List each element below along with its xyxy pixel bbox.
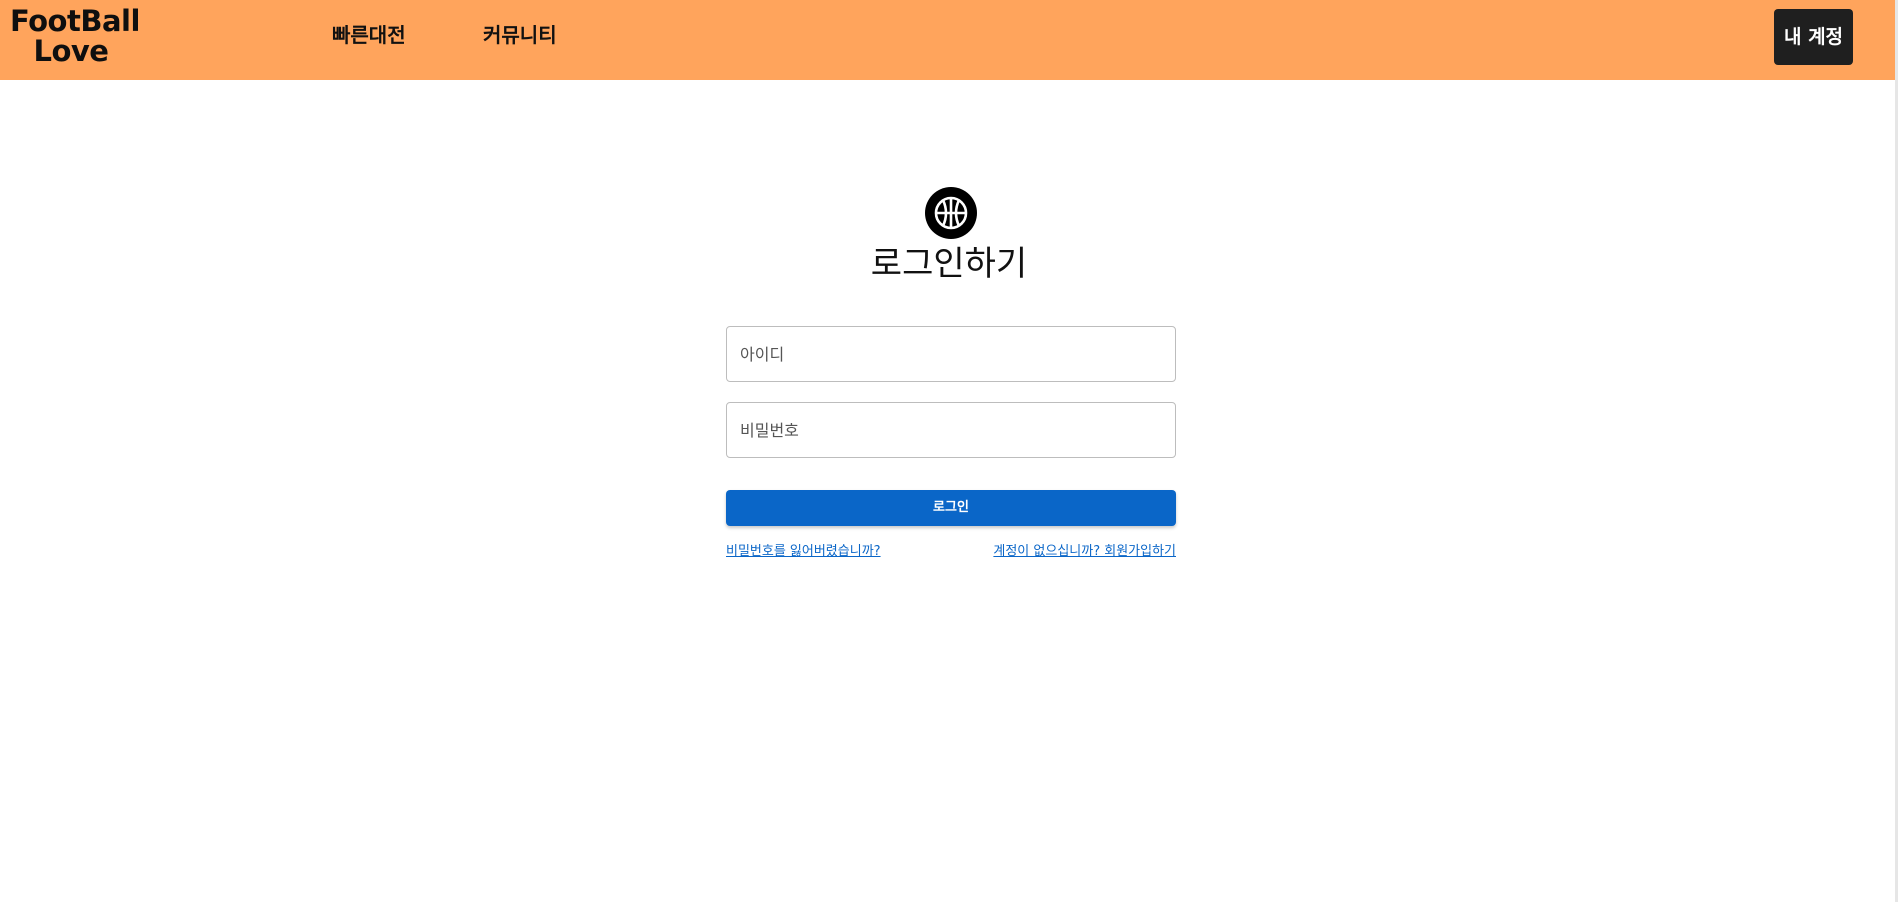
login-page: FootBall Love 빠른대전 커뮤니티 내 계정 로그인하기 로그인 비… xyxy=(0,0,1898,902)
logo-line-1: FootBall xyxy=(10,4,140,38)
nav-item-quick-match[interactable]: 빠른대전 xyxy=(332,20,406,50)
username-input[interactable] xyxy=(726,326,1176,382)
logo-line-2: Love xyxy=(33,34,109,68)
my-account-button[interactable]: 내 계정 xyxy=(1774,9,1853,65)
login-button[interactable]: 로그인 xyxy=(726,490,1176,526)
basketball-icon xyxy=(925,187,977,239)
site-logo[interactable]: FootBall Love xyxy=(10,4,140,68)
page-title: 로그인하기 xyxy=(870,244,1028,284)
top-navbar: FootBall Love 빠른대전 커뮤니티 내 계정 xyxy=(0,0,1895,80)
forgot-password-link[interactable]: 비밀번호를 잃어버렸습니까? xyxy=(726,542,881,562)
password-input[interactable] xyxy=(726,402,1176,458)
signup-link[interactable]: 계정이 없으십니까? 회원가입하기 xyxy=(993,542,1176,562)
nav-item-community[interactable]: 커뮤니티 xyxy=(483,20,557,50)
